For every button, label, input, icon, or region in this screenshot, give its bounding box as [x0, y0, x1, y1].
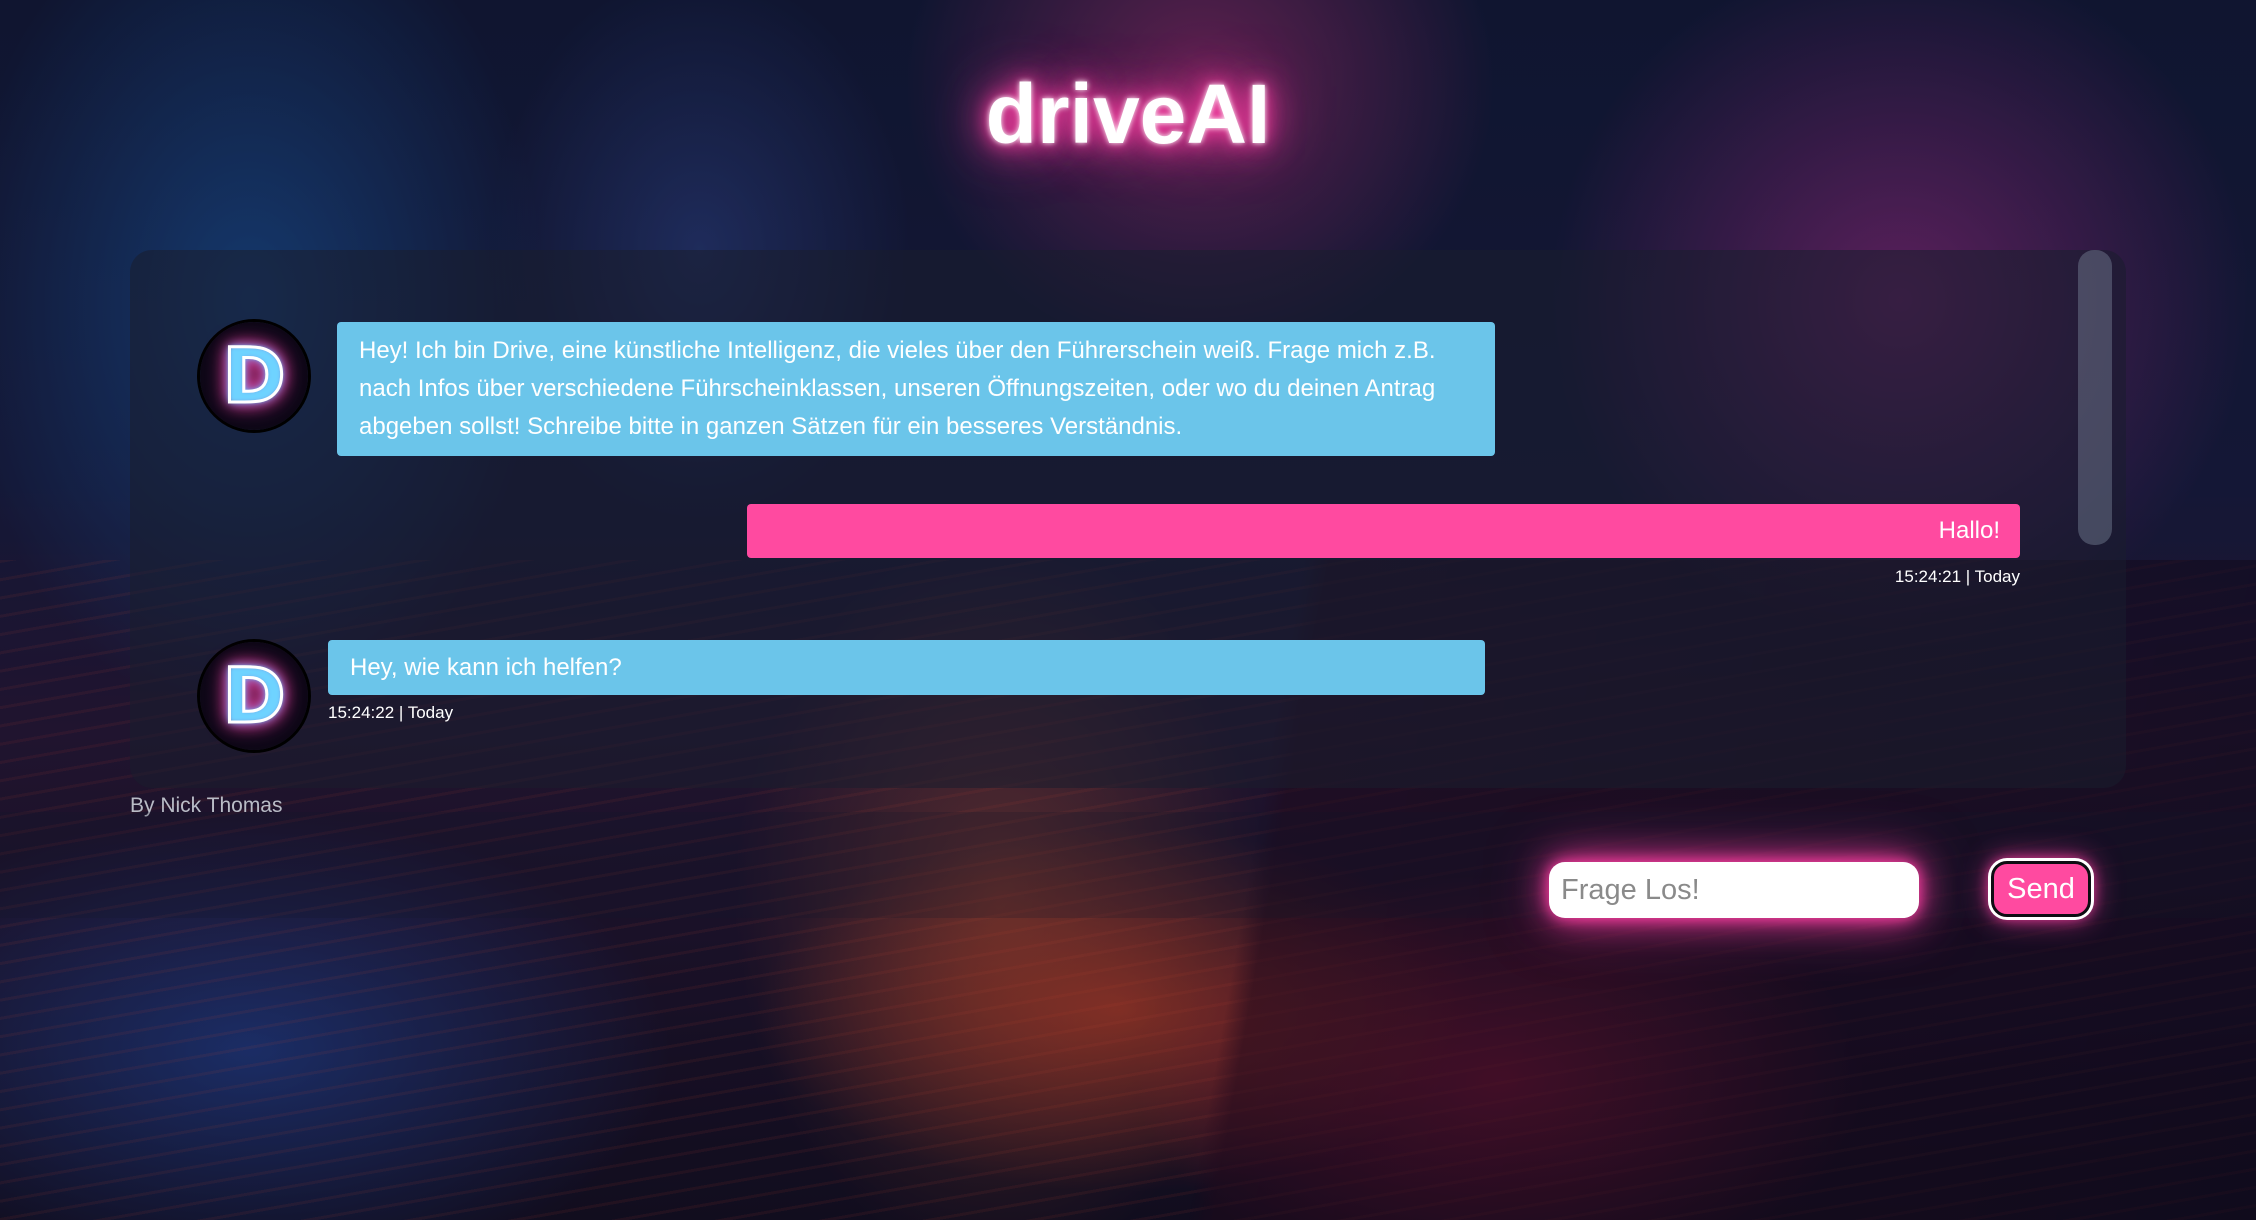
chat-panel[interactable]: D Hey! Ich bin Drive, eine künstliche In…	[130, 250, 2126, 788]
user-message-bubble: Hallo!	[747, 504, 2020, 558]
bot-avatar: D	[200, 322, 308, 430]
user-message-timestamp: 15:24:21 | Today	[1894, 567, 2020, 586]
question-input[interactable]	[1549, 862, 1919, 918]
bot-message-bubble: Hey! Ich bin Drive, eine künstliche Inte…	[337, 322, 1495, 456]
chat-scrollbar[interactable]	[2078, 250, 2112, 545]
driveai-logo-icon: D	[221, 651, 287, 740]
bot-message-timestamp: 15:24:22 | Today	[328, 703, 454, 722]
bot-avatar: D	[200, 642, 308, 750]
send-button[interactable]: Send	[1991, 861, 2091, 917]
driveai-logo-icon: D	[221, 331, 287, 420]
page-title: driveAI	[985, 67, 1271, 161]
bot-message-bubble: Hey, wie kann ich helfen?	[328, 640, 1485, 695]
